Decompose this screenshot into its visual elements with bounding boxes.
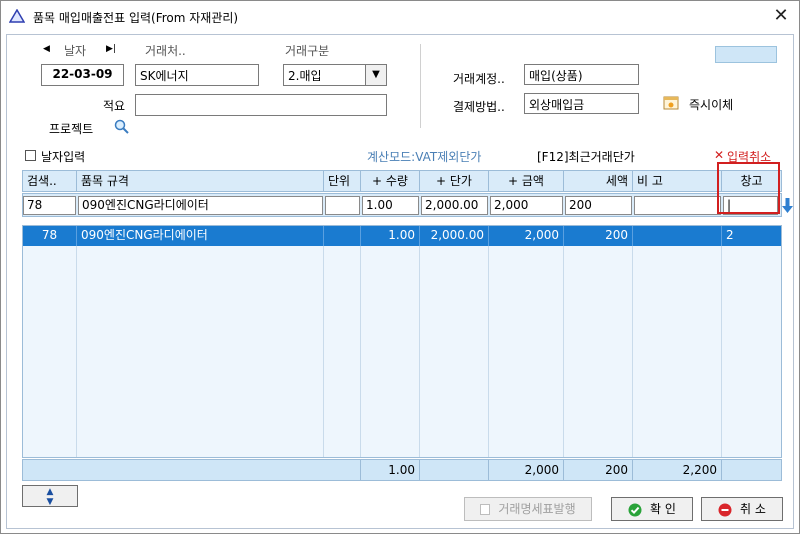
memo-label: 적요 — [103, 99, 126, 113]
date-input-label[interactable]: 날자입력 — [41, 148, 85, 165]
cancel-button[interactable]: 취 소 — [701, 497, 783, 521]
account-field[interactable]: 매입(상품) — [524, 64, 639, 85]
ok-button[interactable]: 확 인 — [611, 497, 693, 521]
edit-row: 78 090엔진CNG라디에이터 1.00 2,000.00 2,000 200… — [22, 193, 782, 217]
status-box — [715, 46, 777, 63]
header-divider — [420, 44, 421, 128]
edit-amount-field[interactable]: 2,000 — [490, 196, 563, 215]
project-label: 프로젝트 — [49, 122, 94, 136]
grid-col-line — [721, 226, 722, 457]
trade-type-select[interactable]: 2.매입 — [283, 64, 366, 86]
close-icon[interactable]: ✕ — [771, 5, 791, 26]
next-date-icon[interactable]: ▶| — [106, 44, 116, 54]
arrow-down-icon[interactable] — [782, 198, 793, 214]
row-tax: 200 — [564, 226, 633, 246]
col-header-price[interactable]: + 단가 — [420, 171, 489, 191]
grid-col-line — [323, 226, 324, 457]
total-sum: 2,200 — [633, 460, 722, 480]
grid-col-line — [419, 226, 420, 457]
memo-field[interactable] — [135, 94, 387, 116]
customer-field[interactable]: SK에너지 — [135, 64, 259, 86]
grid-col-line — [563, 226, 564, 457]
grid-totals: 1.00 2,000 200 2,200 — [22, 459, 782, 481]
grid-col-line — [488, 226, 489, 457]
total-unit — [324, 460, 361, 480]
calc-mode-text[interactable]: 계산모드:VAT제외단가 — [367, 148, 481, 165]
col-header-tax[interactable]: 세액 — [564, 171, 633, 191]
total-search — [23, 460, 77, 480]
transfer-icon[interactable] — [663, 95, 679, 111]
statement-icon — [480, 504, 491, 515]
total-qty: 1.00 — [361, 460, 420, 480]
col-header-item[interactable]: 품목 규격 — [77, 171, 324, 191]
edit-tax-field[interactable]: 200 — [565, 196, 632, 215]
row-search: 78 — [23, 226, 77, 246]
instant-transfer-label[interactable]: 즉시이체 — [689, 96, 733, 113]
edit-qty-field[interactable]: 1.00 — [362, 196, 419, 215]
row-note — [633, 226, 722, 246]
edit-search-field[interactable]: 78 — [23, 196, 76, 215]
search-icon[interactable] — [114, 119, 130, 135]
col-header-amount[interactable]: + 금액 — [489, 171, 564, 191]
edit-note-field[interactable] — [634, 196, 721, 215]
date-label: 날자 — [64, 44, 87, 58]
row-price: 2,000.00 — [420, 226, 489, 246]
stop-icon — [718, 503, 732, 516]
total-tax: 200 — [564, 460, 633, 480]
payment-field[interactable]: 외상매입금 — [524, 93, 639, 114]
total-warehouse — [722, 460, 781, 480]
row-warehouse: 2 — [726, 228, 734, 242]
grid-header: 검색.. 품목 규격 단위 + 수량 + 단가 + 금액 세액 비 고 창고 — [22, 170, 782, 192]
statement-button[interactable]: 거래명세표발행 — [464, 497, 592, 521]
total-amount: 2,000 — [489, 460, 564, 480]
form-area: ◀ 날자 ▶| 22-03-09 거래처.. SK에너지 거래구분 2.매입 ▼… — [6, 34, 794, 529]
row-item: 090엔진CNG라디에이터 — [77, 226, 324, 246]
cancel-input-icon[interactable]: ✕ — [714, 148, 724, 162]
cancel-button-label: 취 소 — [740, 502, 766, 516]
check-icon — [628, 503, 642, 516]
prev-date-icon[interactable]: ◀ — [43, 44, 50, 54]
trade-type-label: 거래구분 — [285, 44, 330, 58]
edit-unit-field[interactable] — [325, 196, 360, 215]
item-grid[interactable]: 78 090엔진CNG라디에이터 1.00 2,000.00 2,000 200… — [22, 225, 782, 458]
statement-button-label: 거래명세표발행 — [498, 502, 576, 516]
grid-col-line — [360, 226, 361, 457]
account-label[interactable]: 거래계정.. — [453, 70, 505, 87]
edit-price-field[interactable]: 2,000.00 — [421, 196, 488, 215]
col-header-search[interactable]: 검색.. — [23, 171, 77, 191]
row-unit — [324, 226, 361, 246]
customer-label[interactable]: 거래처.. — [145, 42, 186, 59]
grid-col-line — [76, 226, 77, 457]
ok-button-label: 확 인 — [650, 502, 676, 516]
row-amount: 2,000 — [489, 226, 564, 246]
grid-col-line — [632, 226, 633, 457]
row-qty: 1.00 — [361, 226, 420, 246]
dialog-window: 품목 매입매출전표 입력(From 자재관리) ✕ ◀ 날자 ▶| 22-03-… — [0, 0, 800, 534]
chevron-down-icon[interactable]: ▼ — [365, 64, 387, 86]
payment-label[interactable]: 결제방법.. — [453, 98, 505, 115]
app-triangle-icon — [9, 9, 25, 23]
col-header-note[interactable]: 비 고 — [633, 171, 722, 191]
col-header-qty[interactable]: + 수량 — [361, 171, 420, 191]
total-item — [77, 460, 324, 480]
window-title: 품목 매입매출전표 입력(From 자재관리) — [33, 11, 239, 25]
col-header-unit[interactable]: 단위 — [324, 171, 361, 191]
total-price — [420, 460, 489, 480]
title-bar: 품목 매입매출전표 입력(From 자재관리) ✕ — [1, 1, 799, 33]
row-order-stepper[interactable]: ▲ ▼ — [22, 485, 78, 507]
table-row[interactable]: 78 090엔진CNG라디에이터 1.00 2,000.00 2,000 200… — [23, 226, 781, 246]
date-input-checkbox[interactable] — [25, 150, 36, 161]
recent-price-text[interactable]: [F12]최근거래단가 — [537, 148, 635, 165]
date-field[interactable]: 22-03-09 — [41, 64, 124, 86]
warehouse-highlight — [717, 162, 780, 214]
edit-item-field[interactable]: 090엔진CNG라디에이터 — [78, 196, 323, 215]
